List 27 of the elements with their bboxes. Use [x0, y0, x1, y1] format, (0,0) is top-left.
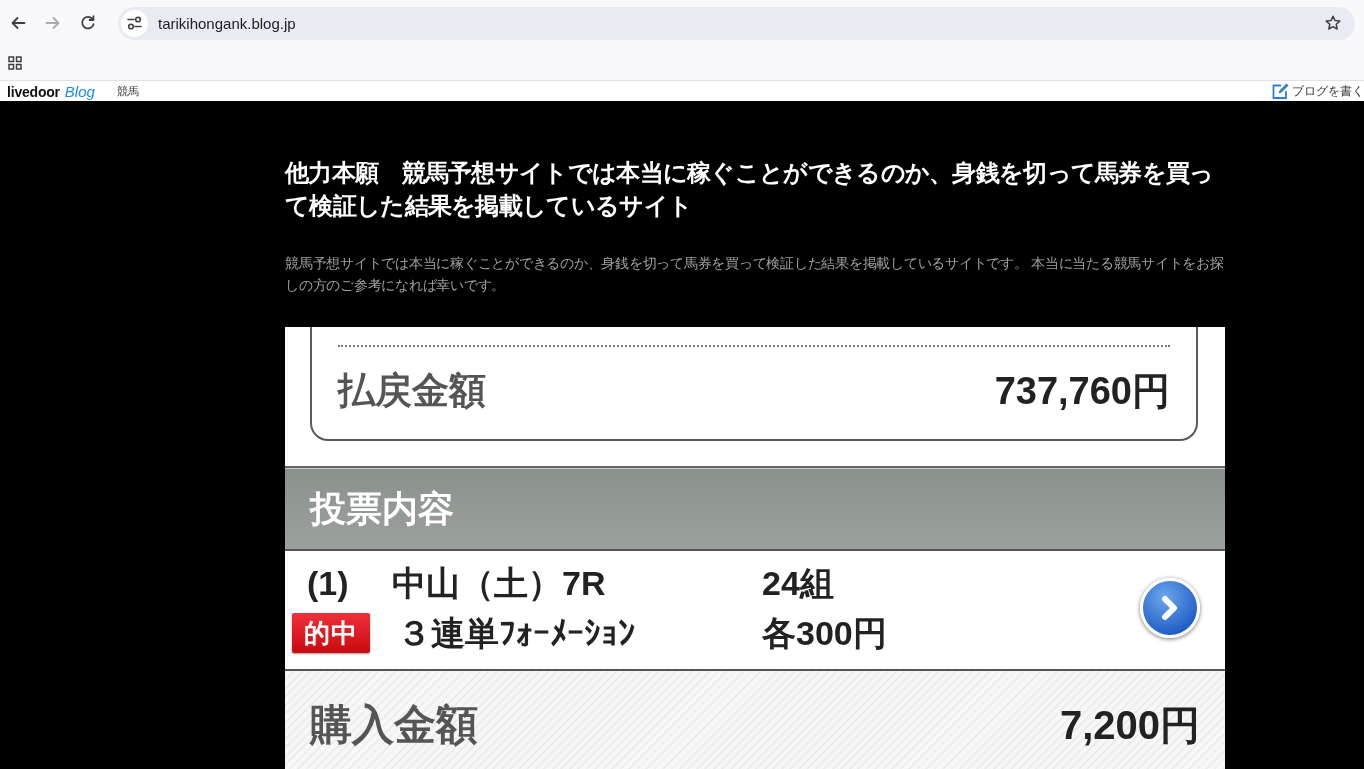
bet-type: ３連単ﾌｫｰﾒｰｼｮﾝ	[396, 613, 636, 654]
blog-logo[interactable]: livedoor Blog	[7, 82, 95, 100]
stake-amount: 各300円	[762, 613, 888, 654]
forward-arrow-icon	[45, 15, 61, 31]
blog-title: 他力本願 競馬予想サイトでは本当に稼ぐことができるのか、身銭を切って馬券を買って検証した結果を掲載しているサイト	[285, 158, 1215, 221]
bet-number: (1)	[306, 563, 350, 604]
purchase-label: 購入金額	[310, 701, 478, 749]
reload-icon	[80, 15, 96, 31]
purchase-amount: 7,200円	[1059, 702, 1200, 749]
payout-amount: 737,760円	[994, 369, 1170, 414]
grid-icon	[8, 56, 22, 70]
category-link[interactable]: 競馬	[116, 83, 139, 99]
back-arrow-icon	[10, 15, 26, 31]
payout-label: 払戻金額	[338, 369, 486, 413]
sliders-icon	[127, 16, 142, 30]
star-icon	[1325, 15, 1341, 31]
section-header: 投票内容	[285, 466, 1225, 551]
hit-badge: 的中	[292, 613, 370, 653]
details-button[interactable]	[1140, 578, 1200, 638]
site-info-button[interactable]	[121, 9, 148, 37]
write-blog-link[interactable]: ブログを書く	[1272, 83, 1364, 99]
pencil-square-icon	[1272, 83, 1289, 99]
blog-description: 競馬予想サイトでは本当に稼ぐことができるのか、身銭を切って馬券を買って検証した結果を掲載しているサイトです。 本当に当たる競馬サイトをお探しの方のご参考になれば幸いです。	[285, 254, 1225, 295]
combination-count: 24組	[762, 563, 835, 604]
race-name: 中山（土）7R	[392, 563, 607, 604]
apps-button[interactable]	[6, 54, 24, 72]
address-bar[interactable]: tarikihongank.blog.jp	[118, 6, 1355, 40]
